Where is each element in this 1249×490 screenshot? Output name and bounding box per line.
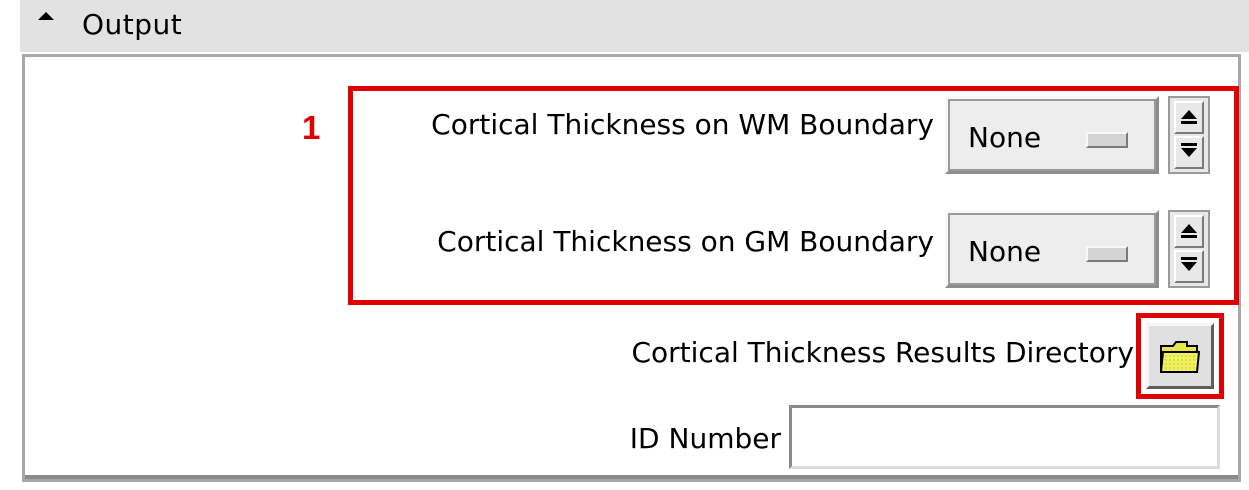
output-section-header[interactable]: Output bbox=[20, 0, 1249, 52]
folder-icon bbox=[1159, 341, 1201, 373]
wm-boundary-option-menu[interactable]: None bbox=[945, 96, 1159, 174]
collapse-triangle-icon[interactable] bbox=[38, 12, 54, 20]
wm-boundary-label: Cortical Thickness on WM Boundary bbox=[431, 108, 934, 141]
gm-boundary-value: None bbox=[968, 235, 1042, 268]
wm-boundary-value: None bbox=[968, 121, 1042, 154]
annotation-number: 1 bbox=[302, 109, 321, 146]
option-menu-indicator-icon bbox=[1086, 132, 1128, 148]
arrow-up-icon bbox=[1181, 110, 1197, 124]
gm-spin-down-button[interactable] bbox=[1174, 250, 1204, 283]
id-number-label: ID Number bbox=[629, 422, 781, 455]
results-directory-label: Cortical Thickness Results Directory bbox=[631, 336, 1134, 369]
wm-spin-down-button[interactable] bbox=[1174, 136, 1204, 169]
gm-spin-up-button[interactable] bbox=[1174, 215, 1204, 248]
option-menu-indicator-icon bbox=[1086, 246, 1128, 262]
browse-directory-button[interactable] bbox=[1146, 323, 1214, 389]
gm-boundary-spinner bbox=[1168, 210, 1210, 288]
arrow-down-icon bbox=[1181, 257, 1197, 271]
id-number-input[interactable] bbox=[789, 405, 1220, 469]
section-title: Output bbox=[82, 8, 183, 41]
wm-spin-up-button[interactable] bbox=[1174, 101, 1204, 134]
arrow-up-icon bbox=[1181, 224, 1197, 238]
wm-boundary-spinner bbox=[1168, 96, 1210, 174]
gm-boundary-label: Cortical Thickness on GM Boundary bbox=[437, 225, 934, 258]
gm-boundary-option-menu[interactable]: None bbox=[945, 210, 1159, 288]
arrow-down-icon bbox=[1181, 143, 1197, 157]
